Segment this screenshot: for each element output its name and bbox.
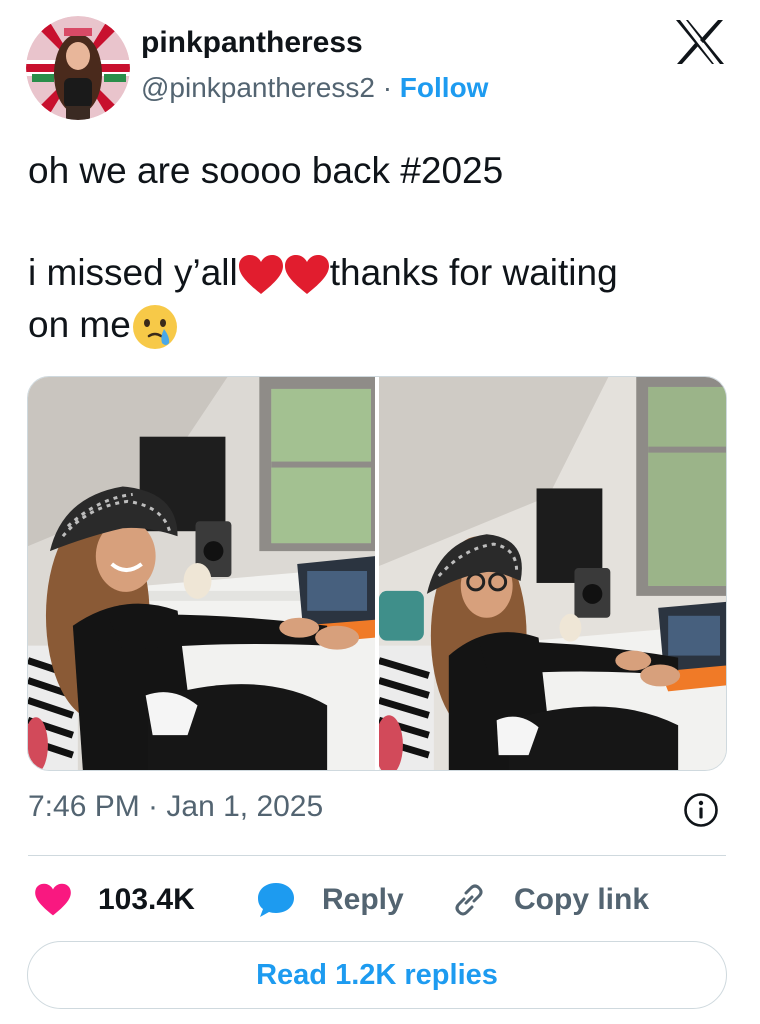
read-replies-button[interactable]: Read 1.2K replies [27, 941, 727, 1009]
studio-photo-2 [379, 377, 726, 770]
x-logo-icon[interactable] [674, 18, 726, 66]
avatar-image [26, 16, 130, 120]
tweet-text-line-2: i missed y’all thanks for waiting [28, 248, 728, 298]
face-holding-back-tears-icon [132, 305, 177, 350]
like-button[interactable]: 103.4K [34, 876, 195, 924]
tweet-text-line-3: on me [28, 300, 728, 351]
separator: · [382, 72, 393, 103]
like-count: 103.4K [98, 883, 195, 916]
reply-bubble-icon [258, 883, 294, 917]
copy-link-label: Copy link [514, 883, 650, 916]
timestamp[interactable]: 7:46 PM · Jan 1, 2025 [28, 790, 323, 824]
follow-button[interactable]: Follow [400, 72, 489, 103]
link-icon [455, 884, 483, 916]
red-heart-icon [238, 255, 283, 295]
reply-label: Reply [322, 883, 404, 916]
studio-photo-1 [28, 377, 375, 770]
divider [28, 855, 726, 856]
media-grid [27, 376, 727, 771]
red-heart-icon [284, 255, 329, 295]
action-bar: 103.4K Reply Copy link [0, 876, 760, 924]
media-photo[interactable] [28, 377, 375, 770]
media-photo[interactable] [379, 377, 726, 770]
tweet-text-part: thanks for waiting [329, 252, 618, 293]
copy-link-button[interactable]: Copy link [450, 876, 649, 924]
handle[interactable]: @pinkpantheress2 [141, 72, 375, 103]
tweet-text-part: i missed y’all [28, 252, 238, 293]
handle-row: @pinkpantheress2 · Follow [141, 72, 488, 104]
display-name[interactable]: pinkpantheress [141, 26, 363, 60]
info-icon[interactable] [683, 792, 719, 828]
heart-icon [35, 883, 71, 916]
reply-button[interactable]: Reply [256, 876, 404, 924]
tweet-text-part: on me [28, 304, 131, 345]
avatar[interactable] [26, 16, 130, 120]
tweet-text-line-1: oh we are soooo back #2025 [28, 150, 504, 191]
